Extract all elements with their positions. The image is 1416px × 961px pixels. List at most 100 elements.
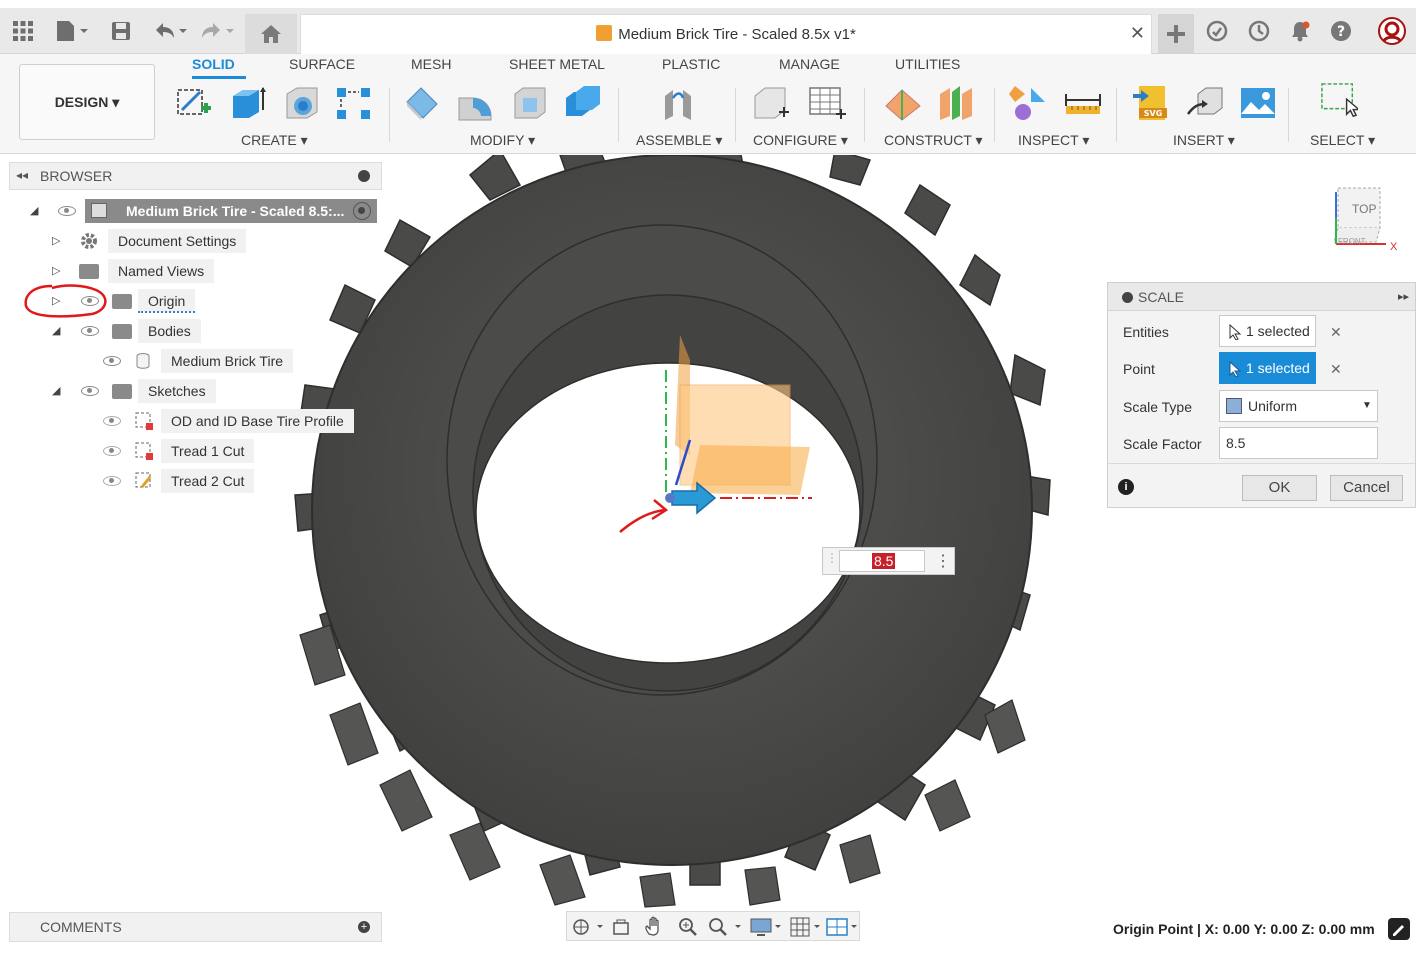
file-menu-icon[interactable] xyxy=(55,20,91,47)
insert-mesh-icon[interactable] xyxy=(1186,84,1224,122)
expand-triangle-icon[interactable]: ▷ xyxy=(52,259,60,283)
scale-type-select[interactable]: Uniform ▼ xyxy=(1219,390,1378,422)
save-icon[interactable] xyxy=(110,20,132,47)
fit-zoom-icon[interactable] xyxy=(707,916,743,938)
orbit-icon[interactable] xyxy=(571,917,605,937)
browser-header[interactable]: ◂◂ BROWSER xyxy=(9,162,382,190)
fillet-icon[interactable] xyxy=(457,84,495,122)
more-options-icon[interactable]: ⋮ xyxy=(935,551,951,571)
canvas-image-icon[interactable] xyxy=(1239,84,1277,122)
hidden-eye-icon[interactable] xyxy=(103,446,121,456)
browser-root-row[interactable]: ◢ Medium Brick Tire - Scaled 8.5:... xyxy=(30,199,380,223)
comments-panel-header[interactable]: COMMENTS + xyxy=(9,912,382,942)
visibility-eye-icon[interactable] xyxy=(103,356,121,366)
history-clock-icon[interactable] xyxy=(1248,20,1270,47)
app-grid-icon[interactable] xyxy=(12,20,34,47)
pan-hand-icon[interactable] xyxy=(643,916,665,938)
cancel-button[interactable]: Cancel xyxy=(1330,475,1403,501)
display-component-colors-icon[interactable] xyxy=(1009,84,1047,122)
group-insert[interactable]: INSERT ▾ xyxy=(1173,132,1235,149)
new-tab-button[interactable] xyxy=(1158,14,1194,54)
workspace-switcher[interactable]: DESIGN ▾ xyxy=(19,64,155,140)
visibility-eye-icon[interactable] xyxy=(81,386,99,396)
inline-value-field[interactable]: 8.5 xyxy=(839,550,925,572)
job-status-icon[interactable] xyxy=(1206,20,1228,47)
browser-item-sketches[interactable]: ◢ Sketches xyxy=(52,379,232,403)
joint-icon[interactable] xyxy=(659,84,697,122)
notifications-bell-icon[interactable] xyxy=(1289,20,1311,47)
look-at-icon[interactable] xyxy=(611,917,631,937)
group-inspect[interactable]: INSPECT ▾ xyxy=(1018,132,1089,149)
expand-triangle-icon[interactable]: ▷ xyxy=(52,229,60,253)
browser-item-body-medium-brick-tire[interactable]: Medium Brick Tire xyxy=(100,349,300,373)
group-select[interactable]: SELECT ▾ xyxy=(1310,132,1375,149)
scale-factor-input[interactable]: 8.5 xyxy=(1219,427,1378,459)
hidden-eye-icon[interactable] xyxy=(103,476,121,486)
browser-item-document-settings[interactable]: ▷ Document Settings xyxy=(52,229,252,253)
create-sketch-icon[interactable] xyxy=(175,84,213,122)
help-icon[interactable]: ? xyxy=(1330,20,1352,47)
view-cube[interactable]: TOP FRONT X xyxy=(1330,182,1410,257)
tab-mesh[interactable]: MESH xyxy=(411,56,451,72)
grid-settings-icon[interactable] xyxy=(789,916,825,938)
insert-svg-icon[interactable]: SVG xyxy=(1131,84,1169,122)
extrude-icon[interactable] xyxy=(229,84,267,122)
tab-plastic[interactable]: PLASTIC xyxy=(662,56,720,72)
group-assemble[interactable]: ASSEMBLE ▾ xyxy=(636,132,722,149)
tab-manage[interactable]: MANAGE xyxy=(779,56,840,72)
visibility-eye-icon[interactable] xyxy=(58,206,76,216)
midplane-icon[interactable] xyxy=(938,84,976,122)
redo-icon[interactable] xyxy=(198,20,234,47)
activate-radio-icon[interactable] xyxy=(353,202,371,220)
undo-icon[interactable] xyxy=(152,20,188,47)
tab-utilities[interactable]: UTILITIES xyxy=(895,56,960,72)
browser-item-sketch-od-id-profile[interactable]: OD and ID Base Tire Profile xyxy=(100,409,360,433)
point-selection-button[interactable]: 1 selected xyxy=(1219,352,1316,384)
tab-surface[interactable]: SURFACE xyxy=(289,56,355,72)
entities-selection-button[interactable]: 1 selected xyxy=(1219,315,1316,347)
viewports-icon[interactable] xyxy=(825,916,861,938)
add-comment-icon[interactable]: + xyxy=(358,921,370,933)
combine-icon[interactable] xyxy=(564,84,602,122)
collapse-triangle-icon[interactable]: ◢ xyxy=(30,199,38,223)
collapse-triangle-icon[interactable]: ◢ xyxy=(52,319,60,343)
capture-icon[interactable] xyxy=(1388,918,1410,940)
browser-minimize-icon[interactable] xyxy=(358,170,370,182)
expand-dialog-icon[interactable]: ▸▸ xyxy=(1398,290,1409,303)
inline-scale-input[interactable]: ⋮ 8.5 ⋮ xyxy=(822,547,955,575)
shell-icon[interactable] xyxy=(511,84,549,122)
press-pull-icon[interactable] xyxy=(403,84,441,122)
group-modify[interactable]: MODIFY ▾ xyxy=(470,132,535,149)
zoom-icon[interactable] xyxy=(677,916,699,938)
ok-button[interactable]: OK xyxy=(1242,475,1317,501)
close-tab-icon[interactable]: ✕ xyxy=(1130,23,1145,44)
offset-plane-icon[interactable] xyxy=(884,84,922,122)
root-label-box[interactable]: Medium Brick Tire - Scaled 8.5:... xyxy=(85,199,377,223)
browser-item-sketch-tread-2[interactable]: Tread 2 Cut xyxy=(100,469,300,493)
measure-icon[interactable] xyxy=(1064,84,1102,122)
hidden-eye-icon[interactable] xyxy=(103,416,121,426)
select-window-icon[interactable] xyxy=(1320,82,1358,120)
document-tab[interactable]: Medium Brick Tire - Scaled 8.5x v1* ✕ xyxy=(300,14,1152,54)
tab-solid[interactable]: SOLID xyxy=(192,56,235,72)
browser-item-named-views[interactable]: ▷ Named Views xyxy=(52,259,252,283)
group-construct[interactable]: CONSTRUCT ▾ xyxy=(884,132,983,149)
info-icon[interactable]: i xyxy=(1118,479,1134,495)
clear-point-icon[interactable]: ✕ xyxy=(1330,361,1342,378)
tab-sheet-metal[interactable]: SHEET METAL xyxy=(509,56,605,72)
group-configure[interactable]: CONFIGURE ▾ xyxy=(753,132,848,149)
collapse-triangle-icon[interactable]: ◢ xyxy=(52,379,60,403)
pattern-icon[interactable] xyxy=(335,84,373,122)
display-settings-icon[interactable] xyxy=(749,916,785,938)
clear-entities-icon[interactable]: ✕ xyxy=(1330,324,1342,341)
configuration-table-icon[interactable] xyxy=(808,84,846,122)
scale-dialog-header[interactable]: SCALE ▸▸ xyxy=(1108,283,1415,311)
visibility-eye-icon[interactable] xyxy=(81,326,99,336)
drag-handle-icon[interactable]: ⋮ xyxy=(826,551,838,565)
home-tab[interactable] xyxy=(245,14,297,54)
browser-item-bodies[interactable]: ◢ Bodies xyxy=(52,319,212,343)
group-create[interactable]: CREATE ▾ xyxy=(241,132,308,149)
configure-model-icon[interactable] xyxy=(753,84,791,122)
user-avatar-icon[interactable] xyxy=(1378,17,1406,50)
dialog-minimize-icon[interactable] xyxy=(1122,292,1133,303)
